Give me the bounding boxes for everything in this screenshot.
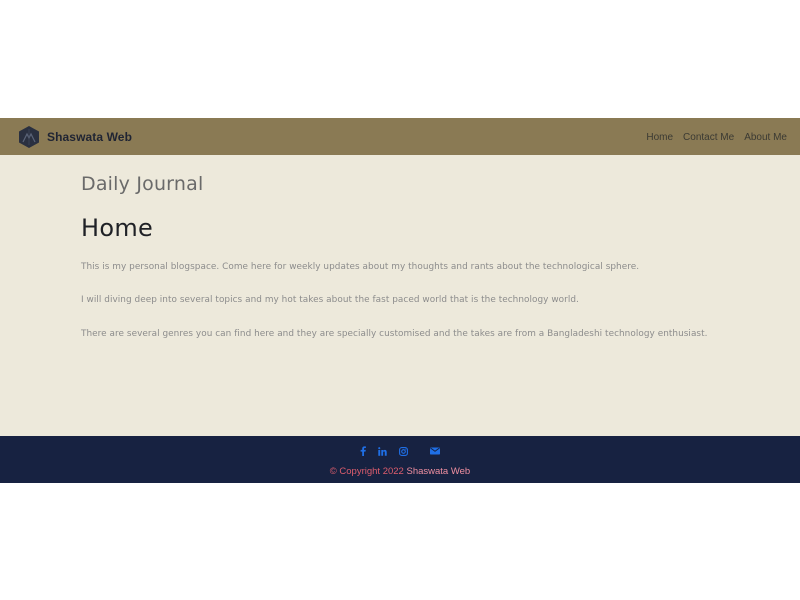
social-links xyxy=(0,445,800,457)
navbar: Shaswata Web Home Contact Me About Me xyxy=(0,118,800,155)
site-title: Daily Journal xyxy=(81,173,204,195)
page-heading: Home xyxy=(81,214,154,242)
instagram-icon[interactable] xyxy=(399,446,408,456)
copyright: © Copyright 2022 Shaswata Web xyxy=(0,466,800,477)
genres-paragraph: There are several genres you can find he… xyxy=(81,329,708,339)
nav-link-about[interactable]: About Me xyxy=(744,130,787,143)
envelope-icon[interactable] xyxy=(430,447,440,455)
nav-link-contact[interactable]: Contact Me xyxy=(683,130,734,143)
topics-paragraph: I will diving deep into several topics a… xyxy=(81,295,579,305)
brand-logo-icon xyxy=(19,125,39,148)
brand-link[interactable]: Shaswata Web xyxy=(18,125,132,149)
page: Shaswata Web Home Contact Me About Me Da… xyxy=(0,0,800,600)
intro-paragraph: This is my personal blogspace. Come here… xyxy=(81,262,640,272)
brand-name: Shaswata Web xyxy=(47,129,133,144)
copyright-link[interactable]: Shaswata Web xyxy=(406,466,470,477)
linkedin-icon[interactable] xyxy=(378,446,387,456)
facebook-icon[interactable] xyxy=(360,446,366,456)
nav-links: Home Contact Me About Me xyxy=(636,130,787,143)
copyright-text: © Copyright 2022 xyxy=(329,466,404,477)
nav-link-home[interactable]: Home xyxy=(646,130,673,143)
footer: © Copyright 2022 Shaswata Web xyxy=(0,436,800,483)
main-content: Daily Journal Home This is my personal b… xyxy=(0,155,800,436)
